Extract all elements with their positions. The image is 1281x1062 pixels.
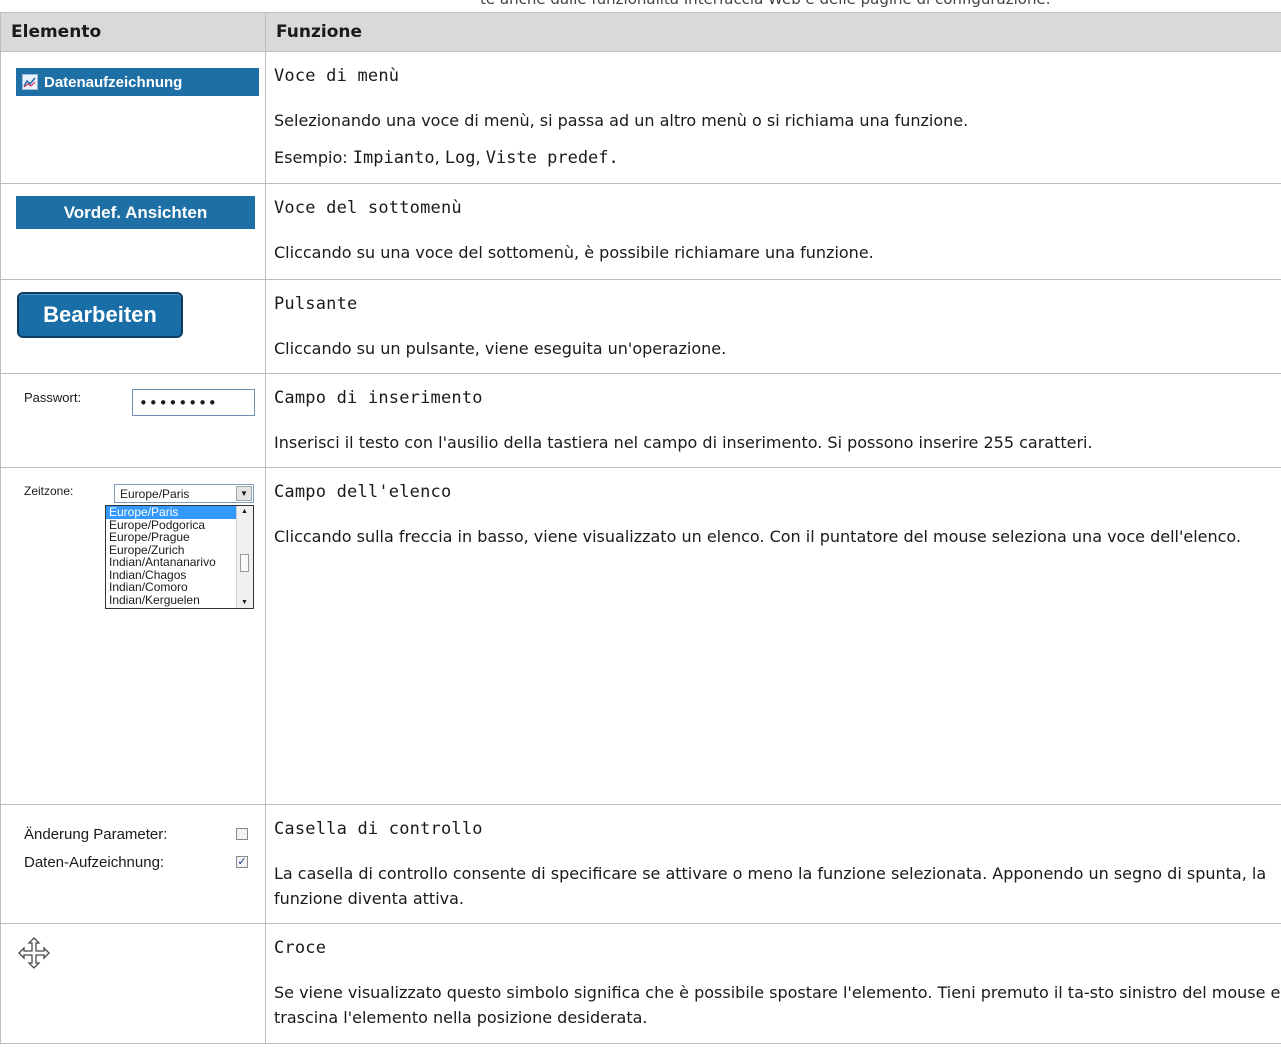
scroll-down-icon[interactable]: ▼ [241, 599, 248, 606]
element-cell: Änderung Parameter: Daten-Aufzeichnung: … [0, 804, 266, 924]
elements-table: Elemento Funzione Datenaufzeichnung Voce… [0, 12, 1281, 1044]
row-title: Campo di inserimento [274, 388, 483, 408]
table-row: Bearbeiten Pulsante Cliccando su un puls… [0, 279, 1281, 374]
timezone-dropdown-list[interactable]: Europe/Paris Europe/Podgorica Europe/Pra… [105, 505, 254, 609]
element-cell: Vordef. Ansichten [0, 183, 266, 280]
menu-item-example[interactable]: Datenaufzeichnung [16, 68, 259, 96]
function-cell: Campo dell'elenco Cliccando sulla frecci… [265, 467, 1281, 805]
table-row: Zeitzone: Europe/Paris ▼ Europe/Paris Eu… [0, 467, 1281, 805]
password-label: Passwort: [24, 390, 82, 405]
table-row: Croce Se viene visualizzato questo simbo… [0, 923, 1281, 1044]
row-example: Esempio: Impianto, Log, Viste predef. [274, 145, 1281, 171]
example-separator: , [434, 148, 445, 167]
table-row: Passwort: •••••••• Campo di inserimento … [0, 373, 1281, 468]
row-description: Cliccando sulla freccia in basso, viene … [274, 527, 1242, 546]
timezone-select[interactable]: Europe/Paris ▼ [114, 484, 254, 503]
element-cell: Bearbeiten [0, 279, 266, 374]
element-cell: Passwort: •••••••• [0, 373, 266, 468]
list-item[interactable]: Indian/Kerguelen [106, 593, 253, 607]
checkbox-unchecked[interactable] [236, 828, 248, 840]
function-cell: Voce del sottomenù Cliccando su una voce… [265, 183, 1281, 280]
function-cell: Campo di inserimento Inserisci il testo … [265, 373, 1281, 468]
move-cross-icon [17, 936, 51, 974]
example-separator: , [475, 148, 486, 167]
row-title: Voce del sottomenù [274, 198, 462, 218]
row-description: La casella di controllo consente di spec… [274, 864, 1267, 908]
password-field[interactable]: •••••••• [132, 389, 255, 416]
function-cell: Voce di menù Selezionando una voce di me… [265, 51, 1281, 184]
row-title: Croce [274, 938, 327, 958]
example-prefix: Esempio: [274, 148, 353, 167]
table-row: Vordef. Ansichten Voce del sottomenù Cli… [0, 183, 1281, 280]
checkbox-label: Änderung Parameter: [24, 826, 168, 843]
list-item[interactable]: Indian/Antananarivo [106, 556, 253, 569]
row-description: Cliccando su una voce del sottomenù, è p… [274, 243, 874, 262]
checkbox-label: Daten-Aufzeichnung: [24, 854, 165, 871]
table-row: Änderung Parameter: Daten-Aufzeichnung: … [0, 804, 1281, 924]
list-item[interactable]: Europe/Prague [106, 531, 253, 544]
element-cell [0, 923, 266, 1044]
element-cell: Zeitzone: Europe/Paris ▼ Europe/Paris Eu… [0, 467, 266, 805]
function-cell: Casella di controllo La casella di contr… [265, 804, 1281, 924]
header-funzione: Funzione [265, 12, 1281, 52]
chevron-down-icon[interactable]: ▼ [236, 486, 252, 501]
row-title: Pulsante [274, 294, 358, 314]
scroll-thumb[interactable] [240, 554, 249, 572]
scroll-up-icon[interactable]: ▲ [241, 508, 248, 515]
menu-item-label: Datenaufzeichnung [44, 73, 183, 91]
header-elemento: Elemento [0, 12, 266, 52]
element-cell: Datenaufzeichnung [0, 51, 266, 184]
table-row: Datenaufzeichnung Voce di menù Seleziona… [0, 51, 1281, 184]
row-title: Campo dell'elenco [274, 482, 452, 502]
example-item: Log [444, 148, 476, 168]
example-item: Viste predef. [485, 148, 619, 168]
row-title: Voce di menù [274, 66, 400, 86]
function-cell: Croce Se viene visualizzato questo simbo… [265, 923, 1281, 1044]
table-header: Elemento Funzione [0, 12, 1281, 52]
row-description: Inserisci il testo con l'ausilio della t… [274, 433, 1093, 452]
row-description: Cliccando su un pulsante, viene eseguita… [274, 339, 727, 358]
example-item: Impianto [352, 148, 435, 168]
function-cell: Pulsante Cliccando su un pulsante, viene… [265, 279, 1281, 374]
list-item[interactable]: Indian/Comoro [106, 581, 253, 594]
checkbox-checked[interactable]: ✓ [236, 856, 248, 868]
timezone-selected-value: Europe/Paris [120, 486, 190, 501]
list-scrollbar[interactable]: ▲ ▼ [236, 506, 253, 608]
clipped-intro-text: te anche dalle funzionalità Interfaccia … [480, 0, 1050, 8]
row-description: Selezionando una voce di menù, si passa … [274, 111, 969, 130]
bearbeiten-button[interactable]: Bearbeiten [17, 292, 183, 338]
chart-icon [22, 74, 38, 90]
timezone-label: Zeitzone: [24, 484, 74, 498]
list-item[interactable]: Europe/Paris [106, 506, 253, 519]
row-title: Casella di controllo [274, 819, 483, 839]
row-description: Se viene visualizzato questo simbolo sig… [274, 983, 1281, 1027]
submenu-item-example[interactable]: Vordef. Ansichten [16, 196, 255, 229]
